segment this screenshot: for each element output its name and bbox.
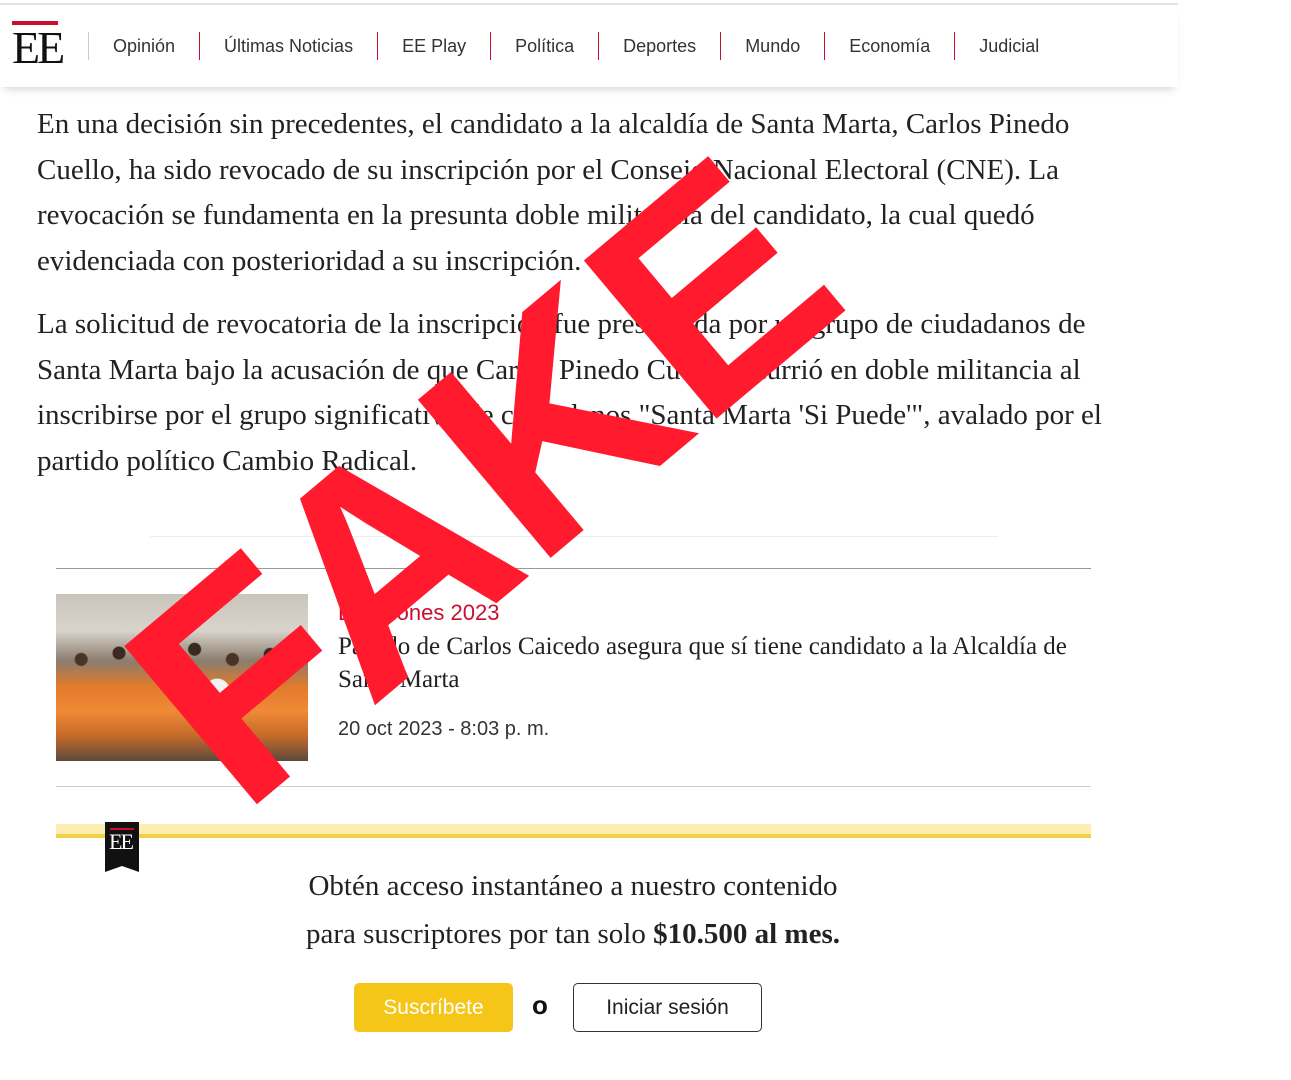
nav-item-ee-play[interactable]: EE Play [377, 32, 490, 60]
paywall-headline: Obtén acceso instantáneo a nuestro conte… [308, 870, 838, 902]
subscribe-button[interactable]: Suscríbete [354, 983, 513, 1032]
divider [150, 536, 998, 537]
article-body: En una decisión sin precedentes, el cand… [37, 102, 1127, 502]
logo-text: EE [12, 22, 65, 73]
paywall-price: $10.500 al mes. [653, 918, 840, 950]
nav-item-opinion[interactable]: Opinión [88, 32, 199, 60]
paywall-price-line: para suscriptores por tan solo $10.500 a… [0, 914, 1146, 954]
related-article-title[interactable]: Partido de Carlos Caicedo asegura que sí… [338, 630, 1098, 696]
nav-item-politica[interactable]: Política [490, 32, 598, 60]
site-logo[interactable]: EE [12, 21, 65, 73]
nav-item-mundo[interactable]: Mundo [720, 32, 824, 60]
badge-text: EE [109, 829, 134, 854]
article-paragraph: En una decisión sin precedentes, el cand… [37, 108, 1070, 277]
crowd-photo [56, 634, 308, 761]
login-button[interactable]: Iniciar sesión [573, 983, 762, 1032]
nav-item-judicial[interactable]: Judicial [954, 32, 1063, 60]
divider [56, 568, 1091, 569]
main-nav: Opinión Últimas Noticias EE Play Polític… [88, 5, 1063, 87]
nav-item-economia[interactable]: Economía [824, 32, 954, 60]
related-article-image[interactable] [56, 594, 308, 761]
paywall-price-prefix: para suscriptores por tan solo [306, 918, 654, 950]
related-article-date: 20 oct 2023 - 8:03 p. m. [338, 718, 550, 740]
nav-item-deportes[interactable]: Deportes [598, 32, 720, 60]
site-header: EE Opinión Últimas Noticias EE Play Polí… [0, 5, 1178, 87]
article-paragraph: La solicitud de revocatoria de la inscri… [37, 308, 1102, 477]
paywall-logo-badge: EE [105, 822, 139, 872]
divider [56, 786, 1091, 787]
paywall-top-rule [56, 824, 1091, 838]
or-separator: o [532, 990, 548, 1020]
related-article-kicker[interactable]: Elecciones 2023 [338, 600, 499, 626]
nav-item-ultimas-noticias[interactable]: Últimas Noticias [199, 32, 377, 60]
